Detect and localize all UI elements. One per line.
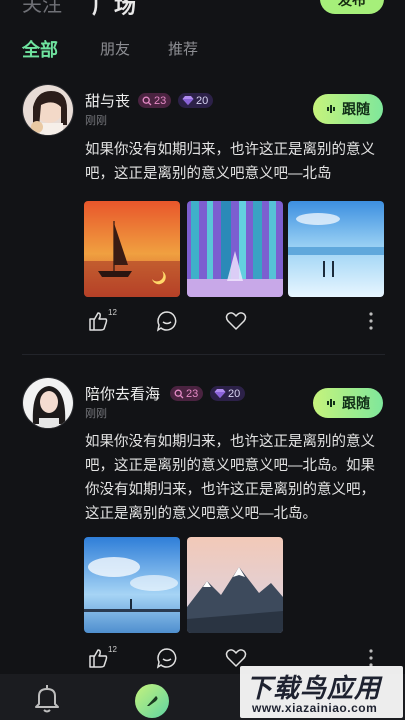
like-icon bbox=[89, 312, 108, 331]
like-count: 12 bbox=[108, 645, 117, 654]
post-time: 刚刚 bbox=[85, 115, 107, 127]
gem-value: 20 bbox=[196, 94, 209, 107]
heart-icon bbox=[225, 312, 247, 330]
post-actions: 12 bbox=[85, 308, 385, 337]
username[interactable]: 甜与丧 bbox=[85, 90, 130, 111]
username[interactable]: 陪你去看海 bbox=[85, 383, 160, 404]
follow-button[interactable]: 跟随 bbox=[313, 388, 383, 418]
comment-button[interactable] bbox=[156, 647, 178, 674]
tab-friends[interactable]: 朋友 bbox=[100, 38, 130, 59]
post-card: 陪你去看海 23 20 刚刚 跟随 如果你没有如期归来，也许这正是离别的意义吧，… bbox=[0, 377, 405, 677]
post-content: 如果你没有如期归来，也许这正是离别的意义吧，这正是离别的意义吧意义吧—北岛。如果… bbox=[85, 434, 375, 522]
divider bbox=[22, 354, 385, 355]
photo-purple-forest[interactable] bbox=[187, 201, 283, 297]
post-content: 如果你没有如期归来，也许这正是离别的意义吧，这正是离别的意义吧意义吧—北岛 bbox=[85, 142, 375, 182]
photo-snow-couple[interactable] bbox=[288, 201, 384, 297]
follow-label: 跟随 bbox=[342, 395, 370, 411]
nav-create[interactable] bbox=[135, 684, 169, 718]
like-count: 12 bbox=[108, 308, 117, 317]
avatar[interactable] bbox=[22, 377, 74, 429]
like-button[interactable]: 12 bbox=[87, 645, 117, 674]
avatar[interactable] bbox=[22, 84, 74, 136]
feed-tabs: 全部 朋友 推荐 bbox=[0, 38, 405, 68]
gem-badge: 20 bbox=[178, 93, 214, 108]
tab-square-top[interactable]: 广场 bbox=[89, 0, 136, 22]
comment-button[interactable] bbox=[156, 310, 178, 337]
nav-notifications[interactable] bbox=[32, 682, 62, 719]
tab-follow-top[interactable]: 关注 bbox=[22, 0, 62, 17]
gem-badge: 20 bbox=[210, 386, 246, 401]
bell-icon bbox=[35, 685, 59, 713]
level-badge: 23 bbox=[170, 386, 204, 401]
gem-icon bbox=[214, 389, 226, 398]
comment-icon bbox=[156, 311, 177, 332]
photo-sky-pier[interactable] bbox=[84, 537, 180, 633]
like-button[interactable]: 12 bbox=[87, 308, 117, 337]
like-icon bbox=[89, 649, 108, 668]
more-button[interactable] bbox=[368, 310, 374, 337]
photo-snow-mountains[interactable] bbox=[187, 537, 283, 633]
heart-button[interactable] bbox=[225, 310, 247, 337]
watermark-url: www.xiazainiao.com bbox=[252, 701, 378, 715]
voice-icon bbox=[327, 105, 335, 113]
follow-button[interactable]: 跟随 bbox=[313, 94, 383, 124]
tab-recommend[interactable]: 推荐 bbox=[168, 38, 198, 59]
watermark: 下载鸟应用 www.xiazainiao.com bbox=[240, 666, 403, 718]
level-value: 23 bbox=[186, 387, 199, 400]
search-icon bbox=[142, 96, 152, 105]
follow-label: 跟随 bbox=[342, 101, 370, 117]
voice-icon bbox=[327, 399, 335, 407]
top-header: 关注 广场 发布 bbox=[0, 0, 405, 22]
search-icon bbox=[174, 389, 184, 398]
gem-value: 20 bbox=[228, 387, 241, 400]
publish-button[interactable]: 发布 bbox=[320, 0, 384, 14]
more-icon bbox=[369, 312, 373, 330]
gem-icon bbox=[182, 96, 194, 105]
watermark-title: 下载鸟应用 bbox=[246, 673, 382, 703]
tab-all[interactable]: 全部 bbox=[22, 36, 58, 62]
level-badge: 23 bbox=[138, 93, 172, 108]
post-card: 甜与丧 23 20 刚刚 跟随 如果你没有如期归来，也许这正是离别的意义吧，这正… bbox=[0, 84, 405, 354]
photo-sunset-sailboat[interactable] bbox=[84, 201, 180, 297]
level-value: 23 bbox=[154, 94, 167, 107]
post-time: 刚刚 bbox=[85, 408, 107, 420]
comment-icon bbox=[156, 648, 177, 669]
feather-icon bbox=[147, 696, 158, 706]
